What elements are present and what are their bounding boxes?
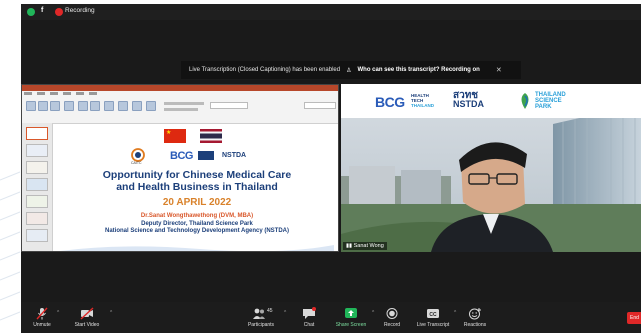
- signal-icon: ▮▮: [346, 243, 353, 249]
- participant-name-tag: ▮▮ Sanat Wong: [343, 242, 387, 250]
- meeting-toolbar: Unmute ⌃ Start Video ⌃ 45 Participants ⌃…: [21, 302, 641, 333]
- slide-thumbnail[interactable]: [26, 161, 48, 174]
- speaker-video-tile[interactable]: BCG HEALTH TECH THAILAND สวทช NSTDA THAI…: [341, 84, 641, 252]
- share-screen-button[interactable]: Share Screen: [331, 307, 371, 333]
- slide-thumbnail[interactable]: [26, 144, 48, 157]
- thailand-science-park-leaf-icon: [521, 93, 529, 109]
- shared-screen-pane[interactable]: ★ CAITC BCG NSTDA Opportunity for Chines…: [21, 84, 339, 252]
- video-options-chevron-icon[interactable]: ⌃: [109, 310, 113, 316]
- live-transcript-label: Live Transcript: [416, 322, 450, 328]
- nstda-logo: NSTDA: [222, 152, 247, 159]
- record-button[interactable]: Record: [379, 307, 405, 333]
- slide-title-line: Opportunity for Chinese Medical Care: [102, 169, 292, 181]
- close-icon[interactable]: ✕: [496, 66, 502, 74]
- video-off-icon: [80, 307, 94, 320]
- muted-microphone-icon: [36, 307, 48, 320]
- recording-dot-icon: [55, 8, 63, 16]
- reactions-label: Reactions: [463, 322, 487, 328]
- china-flag-icon: ★: [164, 129, 186, 143]
- speaker-name: Dr.Sanat Wongthawethong (DVM, MBA): [140, 213, 254, 219]
- thailand-science-park-logo: THAILAND SCIENCE PARK: [535, 92, 566, 110]
- slide-logo-row: CAITC BCG NSTDA: [130, 148, 280, 166]
- title-bar: f Recording: [21, 4, 641, 20]
- slide-speaker-block: Dr.Sanat Wongthawethong (DVM, MBA) Deput…: [60, 213, 334, 236]
- chat-bubble-icon: [303, 307, 316, 319]
- ribbon-tabs: [24, 91, 97, 95]
- reactions-button[interactable]: Reactions: [459, 307, 491, 333]
- live-transcript-button[interactable]: CC Live Transcript: [411, 307, 455, 333]
- recording-label: Recording: [65, 7, 95, 14]
- powerpoint-ribbon: [22, 85, 338, 124]
- ribbon-tools: [24, 99, 338, 121]
- slide-thumbnail[interactable]: [26, 229, 48, 242]
- share-screen-chevron-icon[interactable]: ⌃: [371, 310, 375, 316]
- slide-title-line: and Health Business in Thailand: [116, 181, 278, 193]
- bcg-logo: BCG: [170, 150, 193, 162]
- live-transcription-banner: Live Transcription (Closed Captioning) h…: [181, 61, 521, 79]
- banner-question-link[interactable]: Who can see this transcript? Recording o…: [357, 67, 479, 73]
- presentation-slide: ★ CAITC BCG NSTDA Opportunity for Chines…: [60, 127, 334, 251]
- health-tech-thailand-logo: HEALTH TECH THAILAND: [411, 93, 434, 108]
- svg-text:CC: CC: [429, 312, 437, 318]
- share-screen-icon: [345, 308, 357, 318]
- logo-line: PARK: [535, 104, 552, 110]
- slide-thumbnail[interactable]: [26, 212, 48, 225]
- participants-count: 45: [267, 308, 273, 314]
- smiley-plus-icon: [469, 308, 481, 320]
- start-video-button[interactable]: Start Video: [67, 307, 107, 333]
- participant-name: Sanat Wong: [353, 243, 384, 249]
- slide-date: 20 APRIL 2022: [162, 197, 232, 208]
- page: f Recording Live Transcription (Closed C…: [0, 0, 641, 333]
- banner-message: Live Transcription (Closed Captioning) h…: [189, 67, 341, 73]
- nstda-logo: สวทช NSTDA: [453, 91, 484, 109]
- logo-line: THAILAND: [411, 103, 434, 108]
- slide-thumbnail[interactable]: [26, 195, 48, 208]
- status-dot-icon: [27, 8, 35, 16]
- closed-captions-icon: CC: [427, 309, 439, 318]
- slide-title: Opportunity for Chinese Medical Care and…: [60, 169, 334, 193]
- live-transcript-chevron-icon[interactable]: ⌃: [453, 310, 457, 316]
- slide-thumbnail[interactable]: [26, 178, 48, 191]
- slide-thumbnail[interactable]: [26, 127, 48, 140]
- health-tech-badge-icon: [198, 151, 214, 160]
- participants-button[interactable]: 45 Participants: [243, 307, 279, 333]
- audio-options-chevron-icon[interactable]: ⌃: [56, 310, 60, 316]
- record-label: Record: [383, 322, 401, 328]
- slide-footer-decoration: [60, 245, 334, 251]
- person-icon: ♙: [346, 67, 352, 74]
- start-video-label: Start Video: [74, 322, 100, 328]
- chat-button[interactable]: Chat: [297, 307, 321, 333]
- thailand-flag-icon: [200, 129, 222, 143]
- caitc-logo-label: CAITC: [131, 161, 142, 165]
- zoom-meeting-window: f Recording Live Transcription (Closed C…: [21, 4, 641, 333]
- chat-label: Chat: [303, 322, 315, 328]
- speaker-organization: National Science and Technology Developm…: [104, 228, 290, 234]
- nstda-label: NSTDA: [453, 99, 484, 109]
- unmute-button[interactable]: Unmute: [27, 307, 57, 333]
- participants-chevron-icon[interactable]: ⌃: [283, 310, 287, 316]
- speaker-role: Deputy Director, Thailand Science Park: [141, 220, 253, 227]
- participants-icon: [253, 308, 265, 319]
- slide-thumbnails: [22, 123, 53, 251]
- unmute-label: Unmute: [33, 322, 51, 328]
- share-screen-label: Share Screen: [335, 322, 367, 328]
- end-meeting-button[interactable]: End: [627, 312, 641, 324]
- participants-label: Participants: [247, 322, 275, 328]
- bcg-logo: BCG: [375, 94, 405, 110]
- record-icon: [386, 308, 398, 319]
- meeting-canvas-background: [21, 254, 641, 302]
- f-icon[interactable]: f: [41, 7, 43, 14]
